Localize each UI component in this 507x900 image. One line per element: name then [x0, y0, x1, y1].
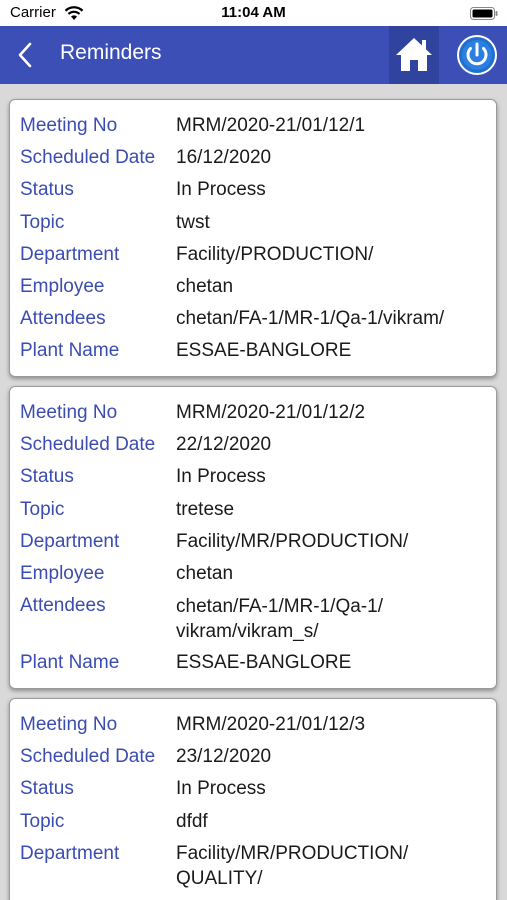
reminder-card[interactable]: Meeting No MRM/2020-21/01/12/3 Scheduled…: [9, 698, 497, 900]
meeting-no-value: MRM/2020-21/01/12/1: [176, 115, 366, 136]
topic-value: twst: [176, 211, 210, 233]
employee-value: chetan: [176, 276, 234, 298]
plant-name-value: ESSAE-BANGLORE: [176, 652, 352, 674]
scheduled-date-value: 22/12/2020: [176, 434, 272, 456]
employee-label: Employee: [20, 563, 105, 585]
scheduled-date-row: Scheduled Date 22/12/2020: [20, 429, 486, 461]
plant-name-value: ESSAE-BANGLORE: [176, 340, 352, 362]
employee-value: chetan: [176, 563, 234, 585]
nav-bar: Reminders: [0, 26, 507, 84]
status-label: Status: [20, 179, 74, 201]
status-value: In Process: [176, 466, 266, 488]
plant-name-label: Plant Name: [20, 652, 120, 674]
scheduled-date-value: 16/12/2020: [176, 147, 272, 169]
topic-row: Topic dfdf: [20, 806, 486, 838]
scheduled-date-label: Scheduled Date: [20, 434, 156, 456]
attendees-value: chetan/FA-1/MR-1/Qa-1/vikram/: [176, 308, 445, 330]
power-icon[interactable]: [456, 34, 498, 76]
department-row: Department Facility/MR/PRODUCTION/: [20, 526, 486, 558]
plant-name-row: Plant Name ESSAE-BANGLORE: [20, 335, 486, 367]
topic-label: Topic: [20, 498, 65, 520]
department-row: Department Facility/MR/PRODUCTION/ QUALI…: [20, 838, 486, 895]
department-label: Department: [20, 530, 120, 552]
meeting-no-label: Meeting No: [20, 402, 118, 423]
scheduled-date-label: Scheduled Date: [20, 746, 156, 768]
meeting-no-value: MRM/2020-21/01/12/2: [176, 402, 366, 423]
scheduled-date-label: Scheduled Date: [20, 147, 156, 169]
status-row: Status In Process: [20, 174, 486, 206]
status-label: Status: [20, 778, 74, 800]
topic-label: Topic: [20, 810, 65, 832]
topic-label: Topic: [20, 211, 65, 233]
meeting-no-value: MRM/2020-21/01/12/3: [176, 714, 366, 735]
plant-name-row: Plant Name ESSAE-BANGLORE: [20, 647, 486, 679]
department-value: Facility/MR/PRODUCTION/: [176, 530, 409, 552]
scheduled-date-row: Scheduled Date 23/12/2020: [20, 741, 486, 773]
reminder-card[interactable]: Meeting No MRM/2020-21/01/12/1 Scheduled…: [9, 99, 497, 377]
home-icon: [396, 38, 432, 71]
attendees-row: Attendees chetan/FA-1/MR-1/Qa-1/ vikram/…: [20, 590, 486, 647]
employee-row: Employee chetan: [20, 558, 486, 590]
department-row: Department Facility/PRODUCTION/: [20, 239, 486, 271]
topic-value: dfdf: [176, 810, 208, 832]
status-row: Status In Process: [20, 773, 486, 805]
meeting-no-label: Meeting No: [20, 115, 118, 136]
status-value: In Process: [176, 179, 266, 201]
topic-row: Topic twst: [20, 207, 486, 239]
reminder-card[interactable]: Meeting No MRM/2020-21/01/12/2 Scheduled…: [9, 386, 497, 689]
status-bar: Carrier 11:04 AM: [0, 0, 507, 26]
department-label: Department: [20, 842, 120, 864]
home-button[interactable]: [389, 26, 439, 84]
plant-name-label: Plant Name: [20, 340, 120, 362]
clock-time: 11:04 AM: [221, 4, 286, 21]
scheduled-date-value: 23/12/2020: [176, 746, 272, 768]
status-label: Status: [20, 466, 74, 488]
attendees-label: Attendees: [20, 308, 106, 330]
scheduled-date-row: Scheduled Date 16/12/2020: [20, 142, 486, 174]
attendees-row: Attendees chetan/FA-1/MR-1/Qa-1/vikram/: [20, 303, 486, 335]
meeting-no-row: Meeting No MRM/2020-21/01/12/1: [20, 110, 486, 142]
employee-label: Employee: [20, 276, 105, 298]
department-value: Facility/MR/PRODUCTION/ QUALITY/: [176, 843, 409, 890]
page-title: Reminders: [60, 41, 162, 64]
meeting-no-row: Meeting No MRM/2020-21/01/12/2: [20, 397, 486, 429]
back-chevron-icon[interactable]: [14, 40, 38, 70]
department-label: Department: [20, 243, 120, 265]
employee-row: Employee chetan: [20, 271, 486, 303]
attendees-label: Attendees: [20, 595, 106, 617]
topic-row: Topic tretese: [20, 494, 486, 526]
attendees-value: chetan/FA-1/MR-1/Qa-1/ vikram/vikram_s/: [176, 595, 383, 642]
topic-value: tretese: [176, 498, 235, 520]
reminders-list[interactable]: Meeting No MRM/2020-21/01/12/1 Scheduled…: [0, 84, 507, 900]
meeting-no-label: Meeting No: [20, 714, 118, 735]
department-value: Facility/PRODUCTION/: [176, 243, 374, 265]
meeting-no-row: Meeting No MRM/2020-21/01/12/3: [20, 709, 486, 741]
status-row: Status In Process: [20, 461, 486, 493]
status-value: In Process: [176, 778, 266, 800]
battery-icon: [470, 7, 498, 20]
